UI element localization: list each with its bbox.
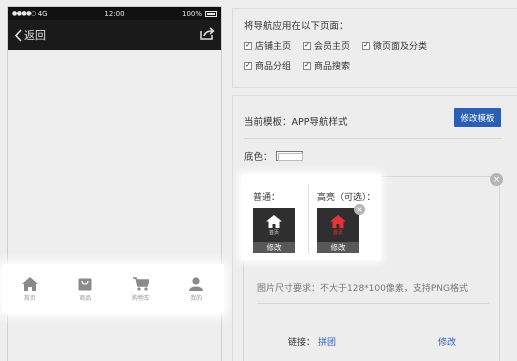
link-label: 链接： [288, 338, 316, 348]
current-template-value: APP导航样式 [291, 117, 348, 128]
share-icon[interactable] [200, 27, 215, 43]
apply-pages-title: 将导航应用在以下页面： [244, 21, 349, 32]
current-template-label: 当前模板： [244, 117, 292, 128]
checkbox-icon[interactable]: ✓ [303, 41, 312, 50]
tab-cart[interactable]: 购物车 [113, 276, 169, 302]
back-button[interactable]: 返回 [14, 27, 46, 43]
bgcolor-row: 底色： [244, 149, 303, 163]
tab-products[interactable]: 商品 [58, 277, 114, 302]
tab-bar-preview[interactable]: 首页 商品 购物车 我的 [2, 264, 224, 314]
checkbox-label: 店铺主页 [255, 42, 292, 52]
home-icon [21, 276, 38, 291]
edit-template-button[interactable]: 修改模板 [454, 108, 501, 127]
link-row: 链接： 拼团 [288, 335, 336, 348]
back-label: 返回 [24, 29, 46, 42]
delete-item-icon[interactable]: × [490, 173, 503, 186]
tab-mine[interactable]: 我的 [169, 276, 225, 302]
checkbox-label: 会员主页 [314, 42, 351, 52]
home-icon [330, 214, 346, 228]
current-template: 当前模板：APP导航样式 [244, 114, 347, 128]
checkbox-label: 商品搜索 [314, 62, 351, 72]
bgcolor-swatch[interactable] [275, 151, 303, 161]
checkbox-icon[interactable]: ✓ [362, 41, 371, 50]
icon-editor: 普通： 高亮（可选）： 首页 修改 首页 修改 × [241, 174, 381, 260]
icon-caption: 首页 [332, 229, 343, 236]
status-bar: ●●●●○ 4G 12:00 100% [8, 7, 221, 20]
home-icon [266, 214, 282, 228]
template-editor: 当前模板：APP导航样式 修改模板 底色： × 普通： 高亮（可选）： 首页 修… [232, 95, 517, 361]
edit-normal-icon-button[interactable]: 修改 [253, 242, 295, 253]
tab-label: 商品 [79, 294, 92, 302]
user-icon [189, 276, 204, 291]
edit-highlight-icon-button[interactable]: 修改 [317, 242, 359, 253]
checkbox-icon[interactable]: ✓ [244, 41, 252, 50]
nav-item-card: × 普通： 高亮（可选）： 首页 修改 首页 修改 × 图片尺寸要求：不大于12… [241, 173, 503, 361]
checkbox-label: 商品分组 [255, 62, 292, 72]
checkbox-micro-page[interactable]: ✓ 微页面及分类 [362, 39, 427, 52]
shopping-bag-icon [78, 278, 92, 290]
tab-label: 我的 [190, 294, 203, 302]
edit-link-button[interactable]: 修改 [438, 335, 456, 348]
tab-home[interactable]: 首页 [2, 276, 58, 302]
divider [308, 184, 309, 254]
divider [257, 303, 489, 304]
checkbox-icon[interactable]: ✓ [244, 61, 252, 70]
image-size-hint: 图片尺寸要求：不大于128*100像素，支持PNG格式 [257, 284, 468, 294]
checkbox-store-home[interactable]: ✓ 店铺主页 [244, 39, 291, 52]
remove-highlight-icon[interactable]: × [354, 204, 365, 215]
divider [244, 138, 501, 139]
checkbox-product-search[interactable]: ✓ 商品搜索 [303, 59, 350, 72]
highlight-icon-tile[interactable]: 首页 修改 [317, 208, 359, 253]
normal-label: 普通： [253, 193, 281, 203]
icon-caption: 首页 [268, 229, 279, 236]
highlight-label: 高亮（可选）： [317, 193, 376, 203]
checkbox-label: 微页面及分类 [373, 42, 428, 52]
battery-icon [205, 10, 217, 17]
checkbox-icon[interactable]: ✓ [303, 61, 312, 70]
tab-label: 购物车 [131, 294, 150, 302]
chevron-left-icon [14, 28, 22, 42]
checkbox-product-group[interactable]: ✓ 商品分组 [244, 59, 291, 72]
tab-label: 首页 [23, 294, 36, 302]
battery-percent: 100% [181, 9, 202, 18]
link-value[interactable]: 拼团 [318, 338, 336, 348]
apply-pages-section: 将导航应用在以下页面： ✓ 店铺主页 ✓ 会员主页 ✓ 微页面及分类 ✓ 商品分… [232, 8, 517, 88]
bgcolor-label: 底色： [244, 152, 273, 163]
normal-icon-tile[interactable]: 首页 修改 [253, 208, 295, 253]
cart-icon [132, 276, 149, 291]
checkbox-member-home[interactable]: ✓ 会员主页 [303, 39, 350, 52]
nav-bar: 返回 [8, 20, 221, 50]
